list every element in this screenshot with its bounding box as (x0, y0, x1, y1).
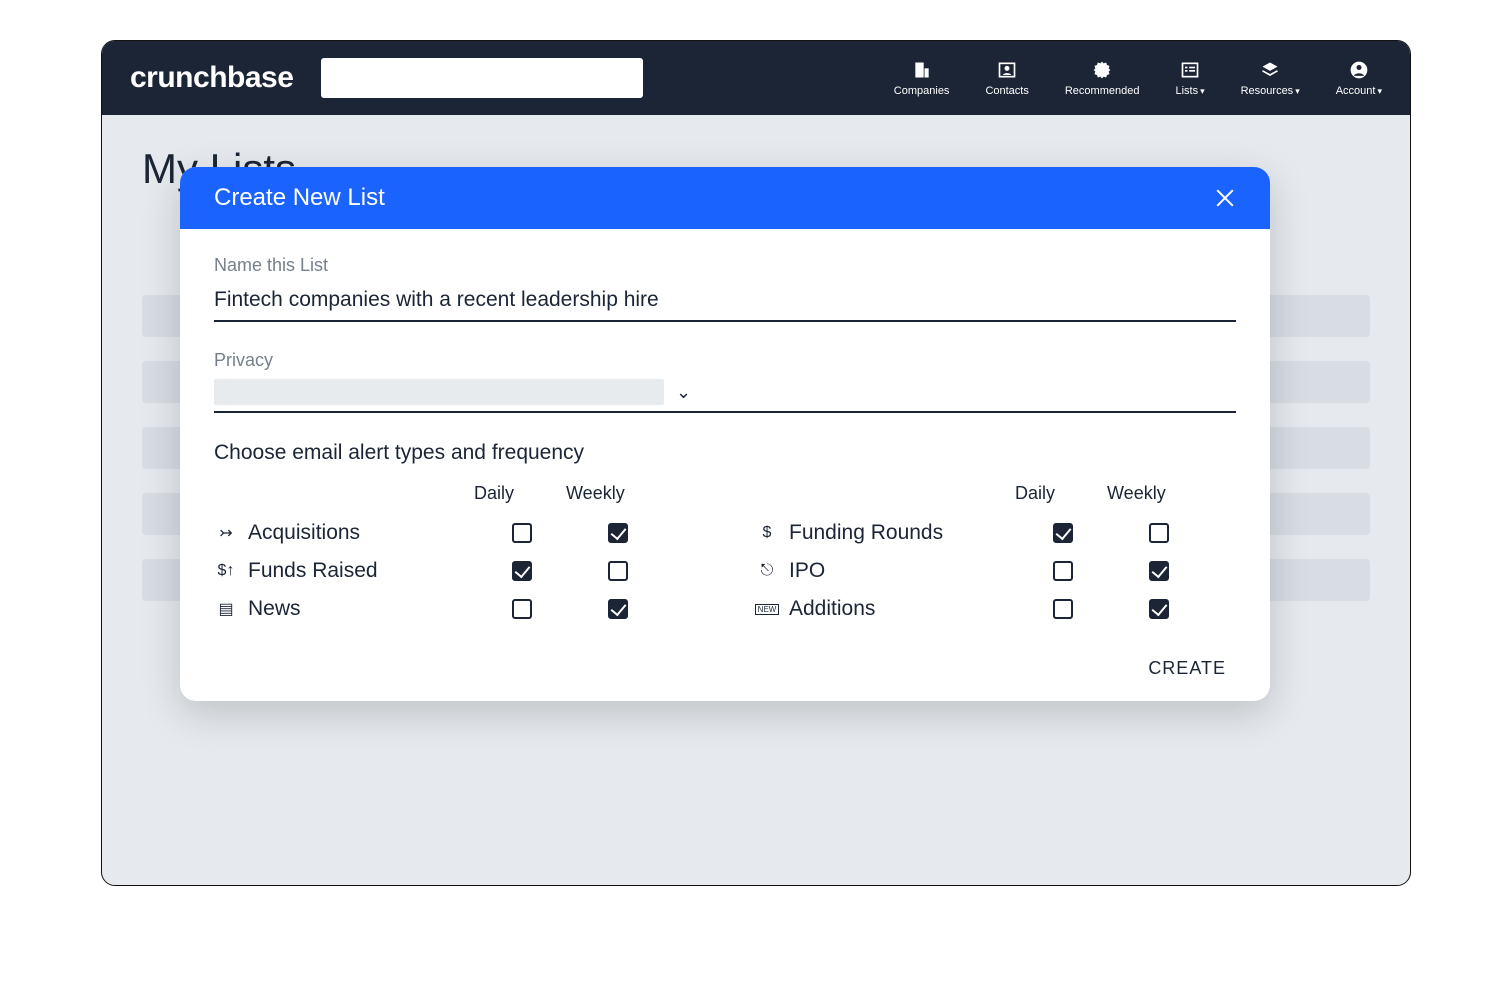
layers-icon (1259, 59, 1281, 81)
checkbox-additions-weekly[interactable] (1149, 599, 1169, 619)
privacy-field-label: Privacy (214, 350, 1236, 371)
col-header-daily: Daily (1015, 483, 1055, 504)
dollar-icon: $ (755, 524, 779, 542)
alerts-section-title: Choose email alert types and frequency (214, 441, 1236, 465)
chevron-down-icon: ▾ (1200, 86, 1205, 96)
nav-resources[interactable]: Resources▾ (1241, 59, 1300, 97)
nav-companies[interactable]: Companies (894, 59, 950, 97)
nav-contacts[interactable]: Contacts (985, 59, 1028, 97)
alert-label: Funding Rounds (789, 521, 1015, 545)
alert-row-additions: NEW Additions (755, 590, 1236, 628)
name-field-label: Name this List (214, 255, 1236, 276)
list-icon (1179, 59, 1201, 81)
top-nav: Companies Contacts Recommended Lists▾ (894, 59, 1382, 97)
col-header-daily: Daily (474, 483, 514, 504)
alerts-grid: Daily Weekly ↣ Acquisitions $↑ Funds Rai… (214, 483, 1236, 628)
chevron-down-icon[interactable]: ⌄ (676, 382, 691, 403)
alert-label: IPO (789, 559, 1015, 583)
privacy-select[interactable] (214, 379, 664, 405)
contact-card-icon (996, 59, 1018, 81)
checkbox-funding-rounds-daily[interactable] (1053, 523, 1073, 543)
checkbox-acquisitions-daily[interactable] (512, 523, 532, 543)
list-name-input[interactable] (214, 284, 1236, 322)
create-button[interactable]: CREATE (1148, 658, 1226, 679)
dollar-up-icon: $↑ (214, 562, 238, 580)
alert-label: Additions (789, 597, 1015, 621)
building-icon (911, 59, 933, 81)
news-icon: ▤ (214, 599, 238, 619)
alert-row-ipo: ⎋ IPO (755, 552, 1236, 590)
nav-recommended[interactable]: Recommended (1065, 59, 1140, 97)
alert-label: Funds Raised (248, 559, 474, 583)
nav-label: Resources▾ (1241, 85, 1300, 97)
nav-label: Contacts (985, 85, 1028, 97)
modal-title: Create New List (214, 184, 385, 212)
close-icon[interactable] (1214, 187, 1236, 209)
merge-icon: ↣ (214, 523, 238, 543)
alert-row-funding-rounds: $ Funding Rounds (755, 514, 1236, 552)
alert-row-funds-raised: $↑ Funds Raised (214, 552, 695, 590)
create-list-modal: Create New List Name this List Privacy ⌄… (180, 167, 1270, 701)
nav-lists[interactable]: Lists▾ (1175, 59, 1204, 97)
checkbox-news-daily[interactable] (512, 599, 532, 619)
checkbox-funds-raised-daily[interactable] (512, 561, 532, 581)
checkbox-additions-daily[interactable] (1053, 599, 1073, 619)
alert-row-news: ▤ News (214, 590, 695, 628)
checkbox-acquisitions-weekly[interactable] (608, 523, 628, 543)
col-header-weekly: Weekly (566, 483, 625, 504)
alert-label: News (248, 597, 474, 621)
alerts-right-column: Daily Weekly $ Funding Rounds ⎋ IPO (755, 483, 1236, 628)
checkbox-news-weekly[interactable] (608, 599, 628, 619)
brand-logo: crunchbase (130, 61, 293, 95)
checkbox-ipo-weekly[interactable] (1149, 561, 1169, 581)
share-icon: ⎋ (755, 562, 779, 580)
nav-account[interactable]: Account▾ (1336, 59, 1382, 97)
app-frame: crunchbase Companies Contacts Recommende… (101, 40, 1411, 886)
alert-label: Acquisitions (248, 521, 474, 545)
search-input[interactable] (321, 58, 643, 98)
nav-label: Account▾ (1336, 85, 1382, 97)
account-circle-icon (1348, 59, 1370, 81)
nav-label: Companies (894, 85, 950, 97)
checkbox-funding-rounds-weekly[interactable] (1149, 523, 1169, 543)
nav-label: Lists▾ (1175, 85, 1204, 97)
alerts-left-column: Daily Weekly ↣ Acquisitions $↑ Funds Rai… (214, 483, 695, 628)
new-badge-icon: NEW (755, 604, 779, 615)
page-area: My Lists Create New List Name this List … (102, 115, 1410, 885)
checkbox-funds-raised-weekly[interactable] (608, 561, 628, 581)
chevron-down-icon: ▾ (1377, 86, 1382, 96)
top-bar: crunchbase Companies Contacts Recommende… (102, 41, 1410, 115)
alert-row-acquisitions: ↣ Acquisitions (214, 514, 695, 552)
chevron-down-icon: ▾ (1295, 86, 1300, 96)
checkbox-ipo-daily[interactable] (1053, 561, 1073, 581)
verified-badge-icon (1091, 59, 1113, 81)
col-header-weekly: Weekly (1107, 483, 1166, 504)
nav-label: Recommended (1065, 85, 1140, 97)
modal-header: Create New List (180, 167, 1270, 229)
